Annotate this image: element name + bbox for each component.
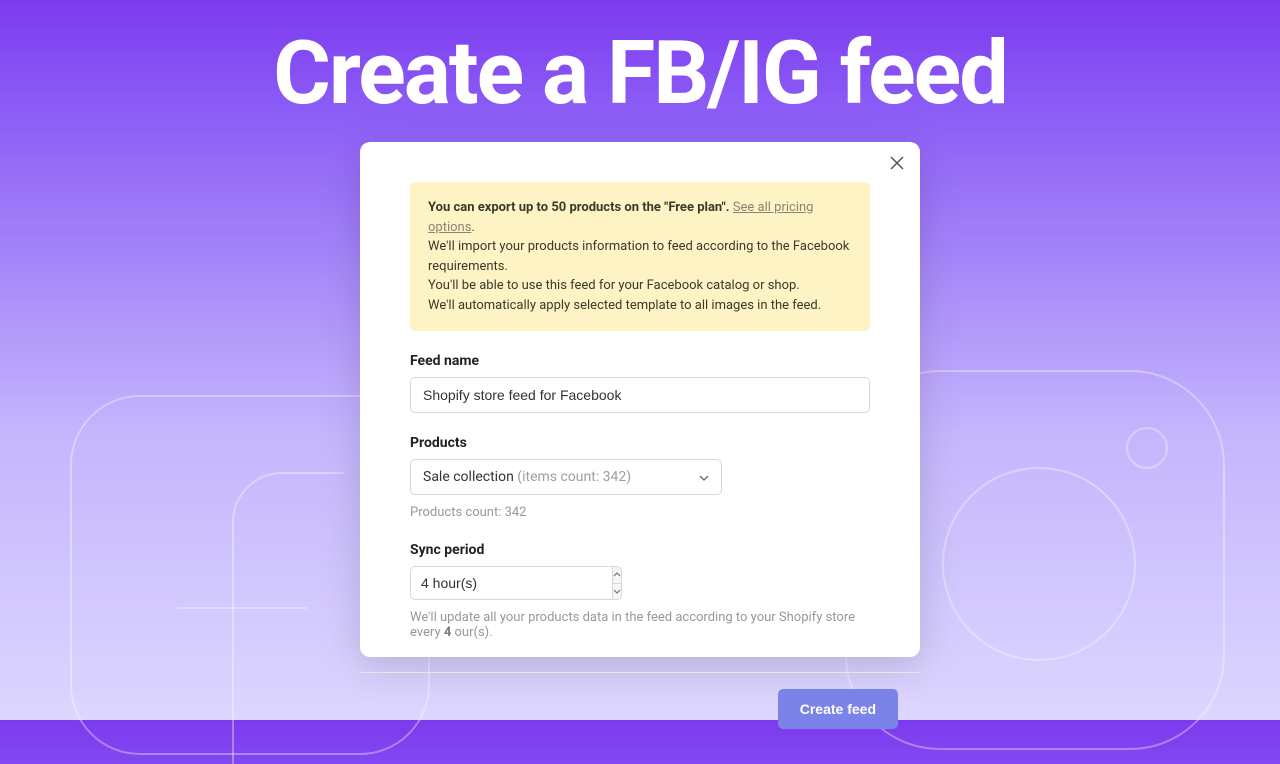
banner-line3: You'll be able to use this feed for your… xyxy=(428,276,852,296)
hero-title: Create a FB/IG feed xyxy=(0,0,1280,125)
sync-step-up[interactable] xyxy=(613,567,621,584)
sync-period-input[interactable] xyxy=(410,566,612,600)
info-banner: You can export up to 50 products on the … xyxy=(410,182,870,331)
products-select-value: Sale collection xyxy=(423,469,514,485)
chevron-down-icon xyxy=(699,471,709,484)
banner-line2: We'll import your products information t… xyxy=(428,237,852,276)
create-feed-modal: You can export up to 50 products on the … xyxy=(360,142,920,657)
sync-help-text: We'll update all your products data in t… xyxy=(410,610,870,640)
banner-line1-strong: You can export up to 50 products on the … xyxy=(428,200,730,215)
sync-label: Sync period xyxy=(410,542,870,558)
products-select[interactable]: Sale collection (items count: 342) xyxy=(410,459,722,495)
create-feed-button[interactable]: Create feed xyxy=(778,689,898,729)
banner-line4: We'll automatically apply selected templ… xyxy=(428,296,852,316)
feed-name-input[interactable] xyxy=(410,377,870,413)
feed-name-label: Feed name xyxy=(410,353,870,369)
products-count-text: Products count: 342 xyxy=(410,505,870,520)
sync-step-down[interactable] xyxy=(613,584,621,600)
products-label: Products xyxy=(410,435,870,451)
close-icon[interactable] xyxy=(890,156,904,173)
